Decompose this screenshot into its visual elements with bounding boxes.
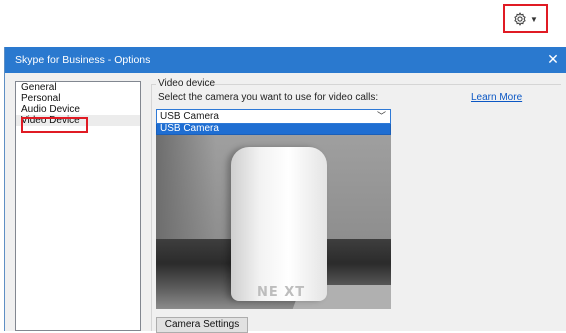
- dialog-title: Skype for Business - Options: [15, 54, 151, 66]
- options-dialog: Skype for Business - Options ✕ General P…: [4, 47, 566, 333]
- group-border: [201, 84, 561, 85]
- gear-icon: [513, 11, 527, 26]
- nav-item-personal[interactable]: Personal: [21, 93, 60, 104]
- camera-option-usb-camera[interactable]: USB Camera: [157, 124, 390, 134]
- nav-item-general[interactable]: General: [21, 82, 57, 93]
- chevron-down-icon: ﹀: [376, 111, 386, 121]
- device-logo: NE XT: [257, 285, 306, 300]
- learn-more-link[interactable]: Learn More: [471, 92, 522, 103]
- nav-item-audio-device[interactable]: Audio Device: [21, 104, 80, 115]
- camera-select-value: USB Camera: [160, 111, 219, 122]
- settings-menu-button[interactable]: ▼: [503, 4, 548, 33]
- close-icon[interactable]: ✕: [544, 50, 562, 68]
- dialog-titlebar: Skype for Business - Options ✕: [5, 47, 566, 73]
- camera-dropdown-list: USB Camera: [156, 124, 391, 135]
- camera-preview: NE XT: [156, 135, 391, 309]
- options-nav-list: General Personal Audio Device Video Devi…: [15, 81, 141, 331]
- caret-down-icon: ▼: [530, 14, 538, 24]
- video-device-section-label: Video device: [158, 78, 216, 89]
- group-border: [151, 84, 152, 331]
- router-device-image: [231, 147, 327, 301]
- selection-highlight-box: [21, 117, 88, 133]
- camera-select[interactable]: USB Camera ﹀: [156, 109, 391, 124]
- camera-prompt: Select the camera you want to use for vi…: [158, 92, 379, 103]
